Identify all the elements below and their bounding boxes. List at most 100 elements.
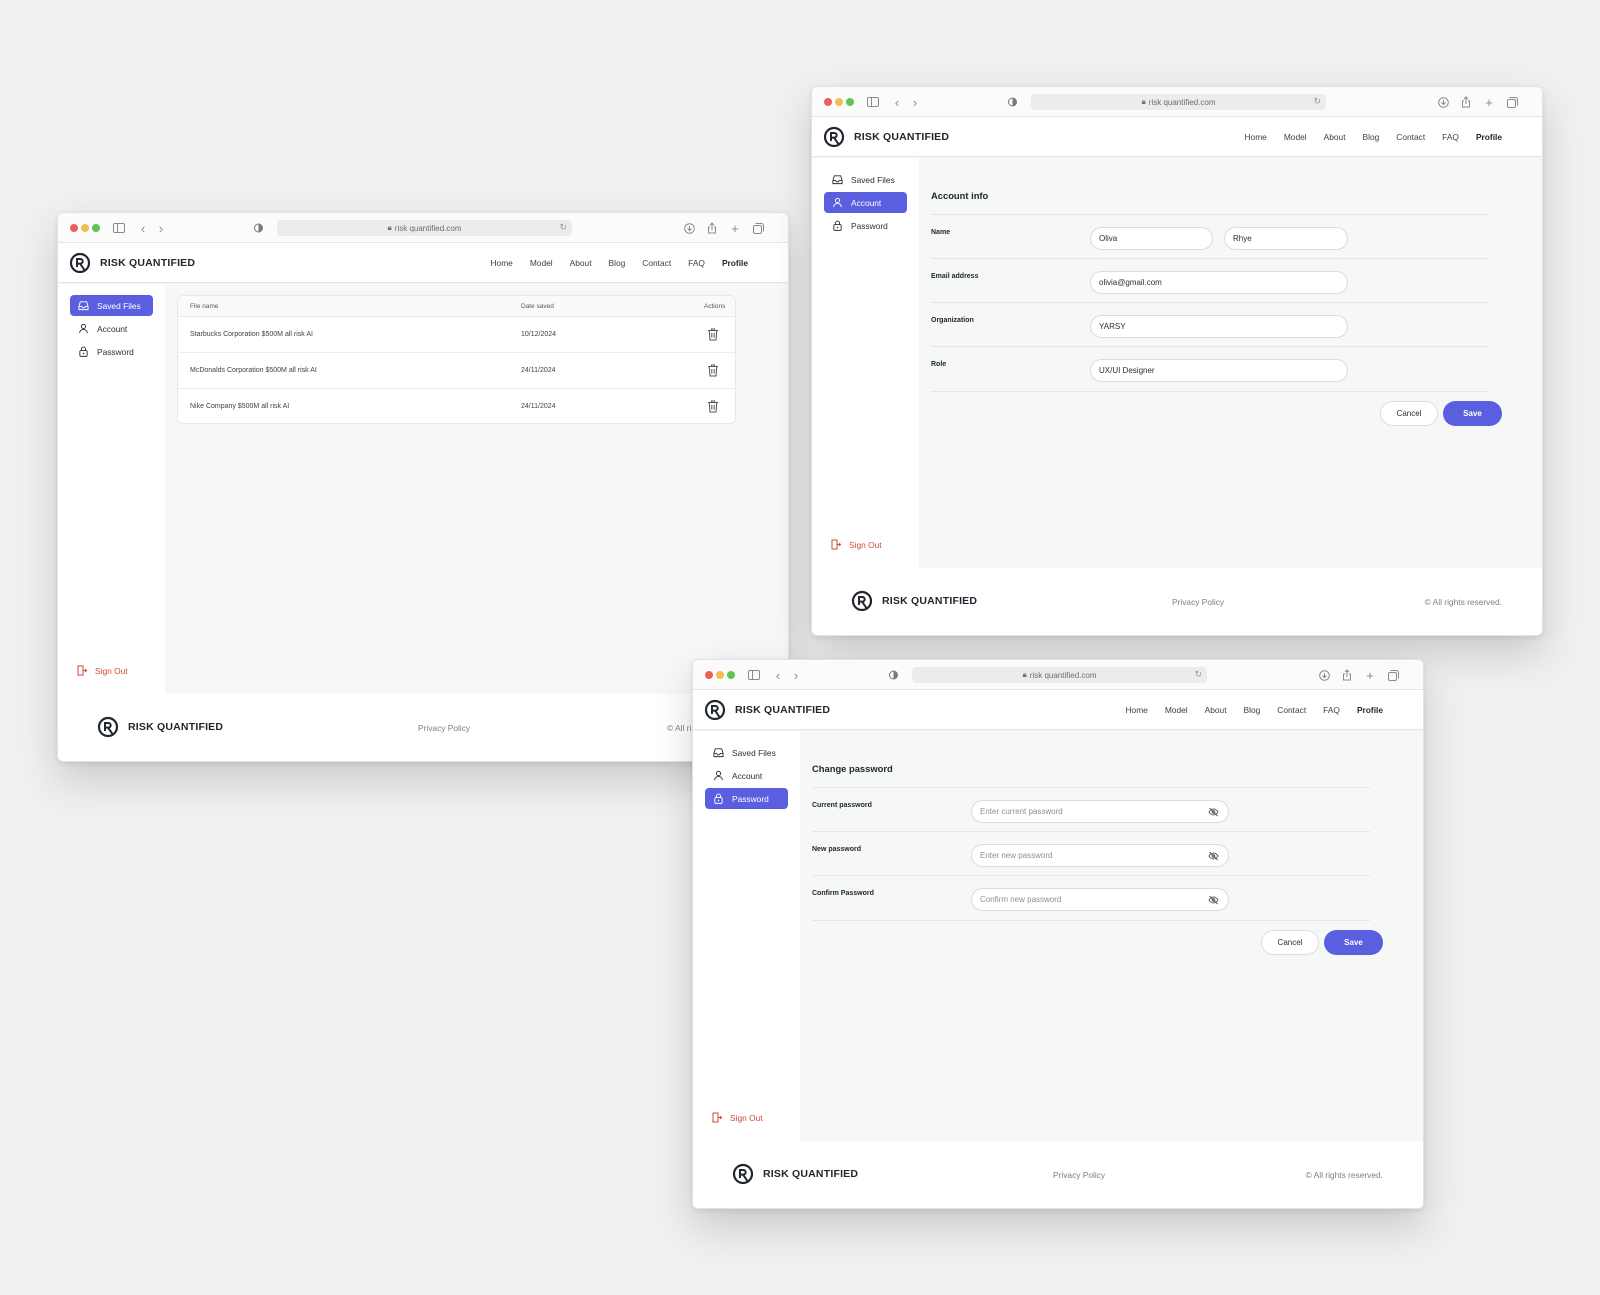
table-row[interactable]: McDonalds Corporation $500M all risk AI … [178, 353, 735, 389]
sidebar-toggle-icon[interactable] [111, 220, 127, 236]
file-name[interactable]: McDonalds Corporation $500M all risk AI [190, 367, 317, 374]
sidebar-item-saved-files[interactable]: Saved Files [705, 742, 788, 763]
eye-off-icon[interactable] [1208, 851, 1219, 861]
sidebar-item-password[interactable]: Password [705, 788, 788, 809]
eye-off-icon[interactable] [1208, 895, 1219, 905]
nav-home[interactable]: Home [490, 258, 512, 268]
organization-field[interactable]: YARSY [1090, 315, 1348, 338]
sidebar-toggle-icon[interactable] [746, 667, 762, 683]
shield-icon[interactable] [1004, 94, 1020, 110]
nav-home[interactable]: Home [1244, 132, 1266, 142]
back-icon[interactable]: ‹ [770, 667, 786, 683]
tabs-overview-icon[interactable] [750, 220, 766, 236]
first-name-input[interactable]: Oliva [1090, 227, 1213, 250]
sidebar-item-account[interactable]: Account [70, 318, 153, 339]
brand[interactable]: RISK QUANTIFIED [823, 126, 949, 148]
sidebar-item-account[interactable]: Account [824, 192, 907, 213]
footer-brand[interactable]: RISK QUANTIFIED [732, 1163, 858, 1185]
nav-faq[interactable]: FAQ [1442, 132, 1459, 142]
nav-profile[interactable]: Profile [1357, 705, 1383, 715]
cancel-button[interactable]: Cancel [1261, 930, 1319, 955]
nav-contact[interactable]: Contact [642, 258, 671, 268]
brand[interactable]: RISK QUANTIFIED [704, 699, 830, 721]
trash-icon[interactable] [707, 400, 719, 413]
sidebar-toggle-icon[interactable] [865, 94, 881, 110]
nav-about[interactable]: About [1205, 705, 1227, 715]
close-window-button[interactable] [70, 224, 78, 232]
nav-profile[interactable]: Profile [722, 258, 748, 268]
back-icon[interactable]: ‹ [889, 94, 905, 110]
nav-contact[interactable]: Contact [1277, 705, 1306, 715]
eye-off-icon[interactable] [1208, 807, 1219, 817]
share-icon[interactable] [704, 220, 720, 236]
table-row[interactable]: Starbucks Corporation $500M all risk AI … [178, 317, 735, 353]
table-row[interactable]: Nike Company $500M all risk AI 24/11/202… [178, 389, 735, 423]
nav-profile[interactable]: Profile [1476, 132, 1502, 142]
nav-blog[interactable]: Blog [1244, 705, 1261, 715]
privacy-policy-link[interactable]: Privacy Policy [1172, 597, 1224, 607]
minimize-window-button[interactable] [716, 671, 724, 679]
share-icon[interactable] [1458, 94, 1474, 110]
address-bar[interactable]: 🔒︎ risk quantified.com ↻ [912, 667, 1207, 683]
shield-icon[interactable] [885, 667, 901, 683]
file-name[interactable]: Starbucks Corporation $500M all risk AI [190, 331, 313, 338]
reload-icon[interactable]: ↻ [1313, 96, 1321, 107]
nav-model[interactable]: Model [1165, 705, 1188, 715]
download-icon[interactable] [1435, 94, 1451, 110]
back-icon[interactable]: ‹ [135, 220, 151, 236]
tabs-overview-icon[interactable] [1504, 94, 1520, 110]
minimize-window-button[interactable] [835, 98, 843, 106]
brand[interactable]: RISK QUANTIFIED [69, 252, 195, 274]
close-window-button[interactable] [824, 98, 832, 106]
forward-icon[interactable]: › [788, 667, 804, 683]
share-icon[interactable] [1339, 667, 1355, 683]
confirm-password-input[interactable]: Confirm new password [971, 888, 1229, 911]
nav-blog[interactable]: Blog [609, 258, 626, 268]
sidebar-item-password[interactable]: Password [70, 341, 153, 362]
sign-out-button[interactable]: Sign Out [712, 1112, 763, 1123]
reload-icon[interactable]: ↻ [559, 222, 567, 233]
sidebar-item-saved-files[interactable]: Saved Files [70, 295, 153, 316]
save-button[interactable]: Save [1443, 401, 1502, 426]
footer-brand[interactable]: RISK QUANTIFIED [851, 590, 977, 612]
forward-icon[interactable]: › [153, 220, 169, 236]
sign-out-button[interactable]: Sign Out [831, 539, 882, 550]
shield-icon[interactable] [250, 220, 266, 236]
tabs-overview-icon[interactable] [1385, 667, 1401, 683]
nav-model[interactable]: Model [1284, 132, 1307, 142]
reload-icon[interactable]: ↻ [1194, 669, 1202, 680]
nav-about[interactable]: About [1324, 132, 1346, 142]
address-bar[interactable]: 🔒︎ risk quantified.com ↻ [277, 220, 572, 236]
privacy-policy-link[interactable]: Privacy Policy [418, 723, 470, 733]
address-bar[interactable]: 🔒︎ risk quantified.com ↻ [1031, 94, 1326, 110]
file-name[interactable]: Nike Company $500M all risk AI [190, 403, 289, 410]
privacy-policy-link[interactable]: Privacy Policy [1053, 1170, 1105, 1180]
cancel-button[interactable]: Cancel [1380, 401, 1438, 426]
trash-icon[interactable] [707, 364, 719, 377]
nav-faq[interactable]: FAQ [688, 258, 705, 268]
new-tab-icon[interactable]: + [1362, 667, 1378, 683]
nav-contact[interactable]: Contact [1396, 132, 1425, 142]
new-tab-icon[interactable]: + [727, 220, 743, 236]
current-password-input[interactable]: Enter current password [971, 800, 1229, 823]
email-field[interactable]: olivia@gmail.com [1090, 271, 1348, 294]
new-tab-icon[interactable]: + [1481, 94, 1497, 110]
download-icon[interactable] [1316, 667, 1332, 683]
download-icon[interactable] [681, 220, 697, 236]
sidebar-item-account[interactable]: Account [705, 765, 788, 786]
forward-icon[interactable]: › [907, 94, 923, 110]
sidebar-item-saved-files[interactable]: Saved Files [824, 169, 907, 190]
new-password-input[interactable]: Enter new password [971, 844, 1229, 867]
nav-blog[interactable]: Blog [1363, 132, 1380, 142]
maximize-window-button[interactable] [846, 98, 854, 106]
sidebar-item-password[interactable]: Password [824, 215, 907, 236]
nav-faq[interactable]: FAQ [1323, 705, 1340, 715]
footer-brand[interactable]: RISK QUANTIFIED [97, 716, 223, 738]
nav-home[interactable]: Home [1125, 705, 1147, 715]
maximize-window-button[interactable] [92, 224, 100, 232]
sign-out-button[interactable]: Sign Out [77, 665, 128, 676]
trash-icon[interactable] [707, 328, 719, 341]
role-field[interactable]: UX/UI Designer [1090, 359, 1348, 382]
minimize-window-button[interactable] [81, 224, 89, 232]
last-name-input[interactable]: Rhye [1224, 227, 1348, 250]
